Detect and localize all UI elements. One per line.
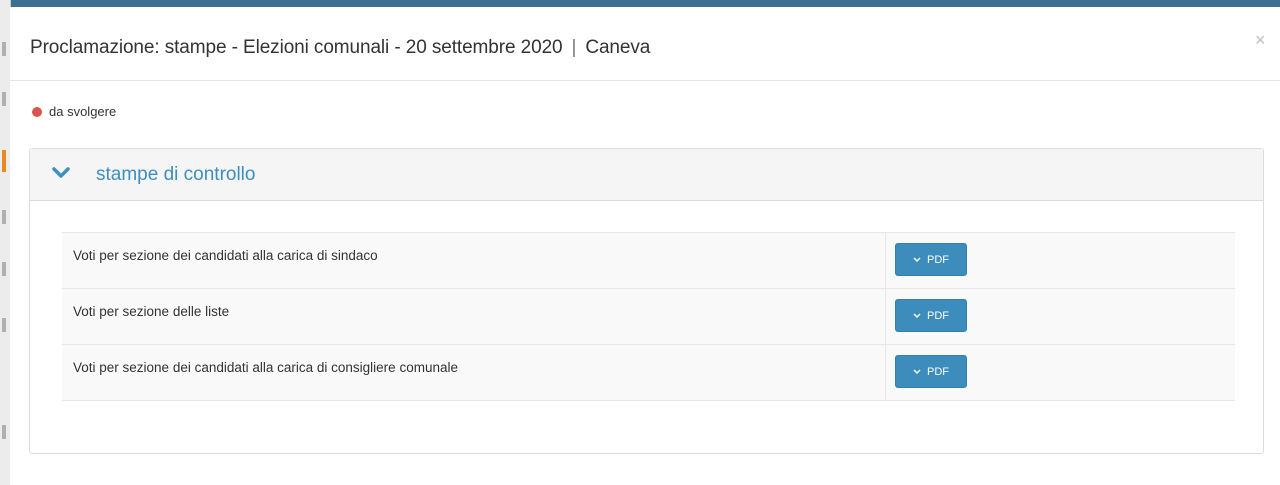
title-separator: | xyxy=(571,37,577,58)
status-indicator: da svolgere xyxy=(32,104,116,119)
table-row: Voti per sezione dei candidati alla cari… xyxy=(62,344,1235,401)
table-row: Voti per sezione dei candidati alla cari… xyxy=(62,232,1235,288)
status-label: da svolgere xyxy=(49,104,117,119)
modal-dialog: Proclamazione: stampe - Elezioni comunal… xyxy=(10,7,1280,485)
pdf-download-button[interactable]: PDF xyxy=(895,355,967,388)
modal-title-text: Proclamazione: stampe - Elezioni comunal… xyxy=(30,37,563,58)
background-marker xyxy=(2,425,6,439)
table-row: Voti per sezione delle liste PDF xyxy=(62,288,1235,344)
pdf-download-button[interactable]: PDF xyxy=(895,299,967,332)
pdf-button-label: PDF xyxy=(927,309,949,322)
status-dot-icon xyxy=(32,106,42,117)
background-marker xyxy=(2,210,6,224)
panel-title: stampe di controllo xyxy=(96,164,256,185)
chevron-down-icon xyxy=(913,256,921,262)
panel-stampe-di-controllo: stampe di controllo Voti per sezione dei… xyxy=(29,148,1264,454)
modal-header: Proclamazione: stampe - Elezioni comunal… xyxy=(10,7,1280,81)
column-divider xyxy=(885,289,886,344)
chevron-down-icon xyxy=(913,368,921,374)
panel-toggle[interactable]: stampe di controllo xyxy=(30,149,1263,201)
prints-table: Voti per sezione dei candidati alla cari… xyxy=(62,232,1235,401)
close-icon[interactable]: × xyxy=(1255,31,1266,49)
app-top-bar xyxy=(0,0,1280,7)
background-marker-active xyxy=(2,150,6,172)
chevron-down-icon xyxy=(913,312,921,318)
background-marker xyxy=(2,318,6,332)
modal-title: Proclamazione: stampe - Elezioni comunal… xyxy=(30,37,650,59)
background-marker xyxy=(2,42,6,56)
pdf-button-label: PDF xyxy=(927,253,949,266)
row-label: Voti per sezione dei candidati alla cari… xyxy=(73,248,378,263)
comune-name: Caneva xyxy=(585,37,651,58)
chevron-down-icon xyxy=(52,167,70,178)
row-label: Voti per sezione dei candidati alla cari… xyxy=(73,360,458,375)
background-marker xyxy=(2,262,6,276)
column-divider xyxy=(885,345,886,400)
column-divider xyxy=(885,233,886,288)
pdf-download-button[interactable]: PDF xyxy=(895,243,967,276)
pdf-button-label: PDF xyxy=(927,365,949,378)
background-marker xyxy=(2,92,6,106)
row-label: Voti per sezione delle liste xyxy=(73,304,230,319)
